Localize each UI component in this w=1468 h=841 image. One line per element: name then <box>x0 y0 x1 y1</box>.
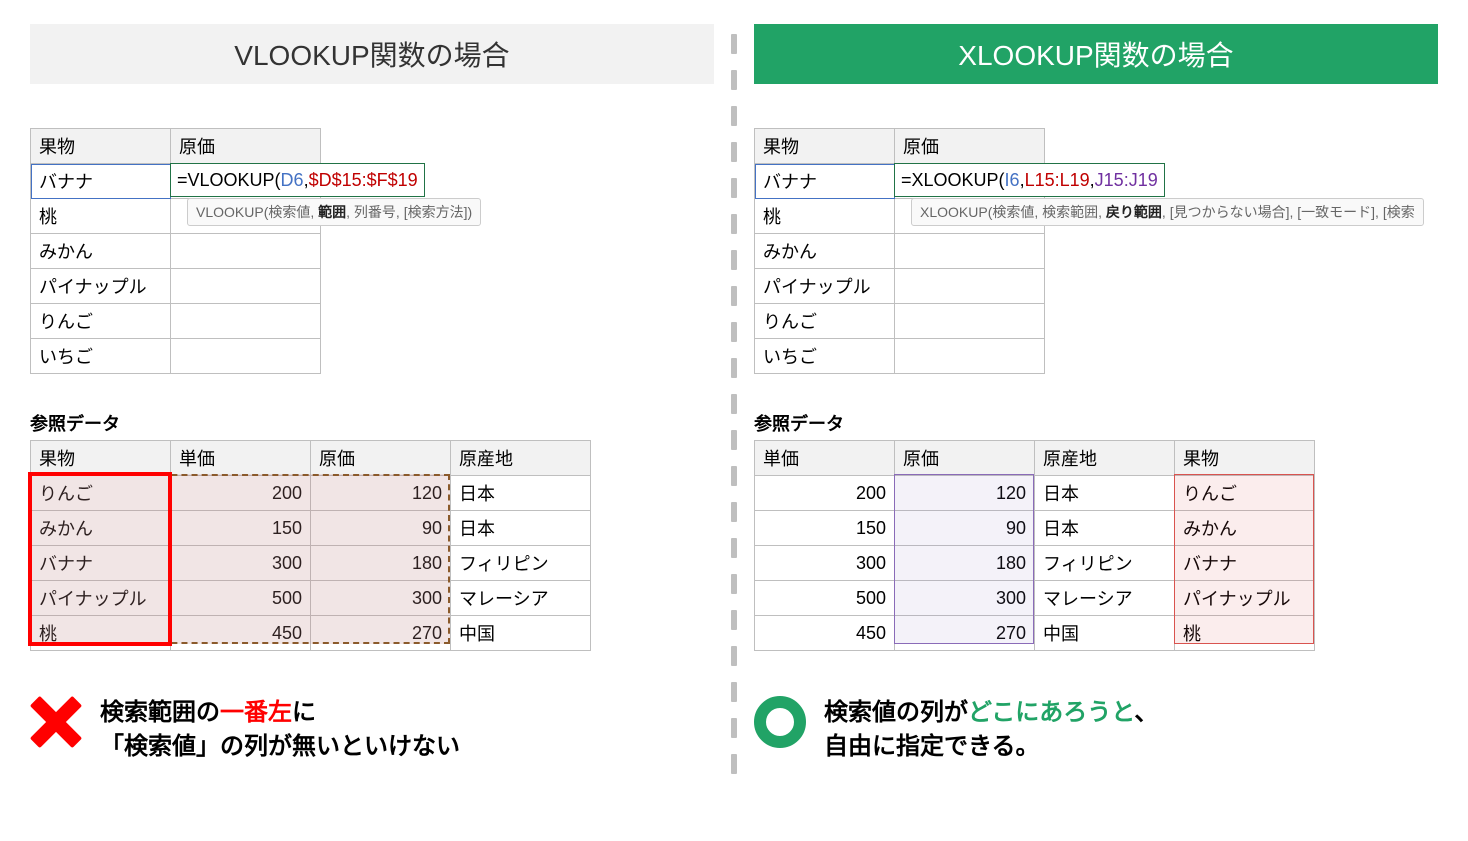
header-cost: 原価 <box>895 129 1045 164</box>
formula-cell[interactable]: =VLOOKUP(D6,$D$15:$F$19 VLOOKUP(検索値, 範囲,… <box>171 164 321 199</box>
header-fruit: 果物 <box>755 129 895 164</box>
table-row: 500300マレーシアパイナップル <box>755 581 1315 616</box>
xlookup-title: XLOOKUP関数の場合 <box>754 24 1438 84</box>
table-row: りんご <box>31 304 171 339</box>
table-row: りんご <box>755 304 895 339</box>
ref-header: 果物 <box>1175 441 1315 476</box>
table-row: バナナ300180フィリピン <box>31 546 591 581</box>
header-cost: 原価 <box>171 129 321 164</box>
table-row: みかん <box>31 234 171 269</box>
xlookup-tooltip: XLOOKUP(検索値, 検索範囲, 戻り範囲, [見つからない場合], [一致… <box>911 198 1424 226</box>
ref-label-left: 参照データ <box>30 410 714 436</box>
ref-label-right: 参照データ <box>754 410 1438 436</box>
table-row: パイナップル <box>755 269 895 304</box>
vlookup-ref-table: 果物 単価 原価 原産地 りんご200120日本 みかん15090日本 バナナ3… <box>30 440 591 651</box>
table-row: 桃 <box>755 199 895 234</box>
xlookup-summary: 検索値の列がどこにあろうと、 自由に指定できる。 <box>754 696 1438 763</box>
ref-header: 単価 <box>171 441 311 476</box>
xlookup-ref-table: 単価 原価 原産地 果物 200120日本りんご 15090日本みかん 3001… <box>754 440 1315 651</box>
formula-cell[interactable]: =XLOOKUP(I6,L15:L19,J15:J19 XLOOKUP(検索値,… <box>895 164 1045 199</box>
xlookup-ref-wrap: 単価 原価 原産地 果物 200120日本りんご 15090日本みかん 3001… <box>754 440 1315 651</box>
vlookup-formula: =VLOOKUP(D6,$D$15:$F$19 <box>170 163 425 197</box>
table-row: 桃 <box>31 199 171 234</box>
xlookup-formula: =XLOOKUP(I6,L15:L19,J15:J19 <box>894 163 1165 197</box>
vlookup-summary-text: 検索範囲の一番左に 「検索値」の列が無いといけない <box>100 696 460 763</box>
ref-header: 原産地 <box>1035 441 1175 476</box>
table-row: パイナップル500300マレーシア <box>31 581 591 616</box>
table-row: 450270中国桃 <box>755 616 1315 651</box>
xlookup-input-table: 果物 原価 バナナ =XLOOKUP(I6,L15:L19,J15:J19 XL… <box>754 128 1045 374</box>
xlookup-summary-text: 検索値の列がどこにあろうと、 自由に指定できる。 <box>824 696 1158 763</box>
vlookup-tooltip: VLOOKUP(検索値, 範囲, 列番号, [検索方法]) <box>187 198 481 226</box>
ref-header: 原産地 <box>451 441 591 476</box>
circle-icon <box>754 696 806 748</box>
ref-header: 単価 <box>755 441 895 476</box>
vlookup-ref-wrap: 果物 単価 原価 原産地 りんご200120日本 みかん15090日本 バナナ3… <box>30 440 591 651</box>
lookup-value-cell[interactable]: バナナ <box>755 164 895 199</box>
ref-header: 原価 <box>895 441 1035 476</box>
table-row: みかん <box>755 234 895 269</box>
table-row: パイナップル <box>31 269 171 304</box>
vlookup-title: VLOOKUP関数の場合 <box>30 24 714 84</box>
vlookup-summary: 検索範囲の一番左に 「検索値」の列が無いといけない <box>30 696 714 763</box>
xlookup-panel: XLOOKUP関数の場合 果物 原価 バナナ =XLOOKUP(I6,L15:L… <box>754 24 1438 774</box>
ref-header: 原価 <box>311 441 451 476</box>
table-row: 300180フィリピンバナナ <box>755 546 1315 581</box>
table-row: いちご <box>31 339 171 374</box>
table-row: 桃450270中国 <box>31 616 591 651</box>
table-row: いちご <box>755 339 895 374</box>
lookup-value-cell[interactable]: バナナ <box>31 164 171 199</box>
vlookup-input-table: 果物 原価 バナナ =VLOOKUP(D6,$D$15:$F$19 VLOOKU… <box>30 128 321 374</box>
vlookup-panel: VLOOKUP関数の場合 果物 原価 バナナ =VLOOKUP(D6,$D$15… <box>30 24 714 774</box>
vertical-divider <box>714 24 754 774</box>
table-row: 15090日本みかん <box>755 511 1315 546</box>
table-row: 200120日本りんご <box>755 476 1315 511</box>
header-fruit: 果物 <box>31 129 171 164</box>
cross-icon <box>30 696 82 748</box>
table-row: みかん15090日本 <box>31 511 591 546</box>
ref-header: 果物 <box>31 441 171 476</box>
table-row: りんご200120日本 <box>31 476 591 511</box>
